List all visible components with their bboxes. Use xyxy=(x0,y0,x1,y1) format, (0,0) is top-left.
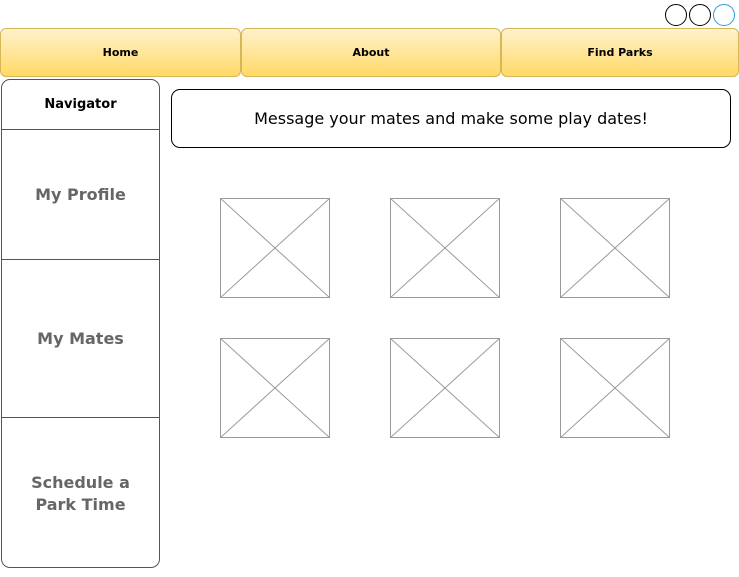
sidebar-title: Navigator xyxy=(44,96,117,112)
window-control-1[interactable] xyxy=(665,4,687,26)
tab-about[interactable]: About xyxy=(241,28,501,77)
image-placeholder xyxy=(219,337,331,439)
image-placeholder xyxy=(389,197,501,299)
image-placeholder xyxy=(219,197,331,299)
message-banner: Message your mates and make some play da… xyxy=(171,89,731,148)
sidebar-item-schedule-park-time[interactable]: Schedule a Park Time xyxy=(2,417,159,567)
image-placeholder xyxy=(389,337,501,439)
sidebar-item-my-profile[interactable]: My Profile xyxy=(2,129,159,259)
window-control-3[interactable] xyxy=(713,4,735,26)
tab-find-parks[interactable]: Find Parks xyxy=(501,28,739,77)
image-placeholder xyxy=(559,197,671,299)
sidebar-item-my-mates[interactable]: My Mates xyxy=(2,259,159,417)
sidebar: Navigator My Profile My Mates Schedule a… xyxy=(1,79,160,568)
window-control-2[interactable] xyxy=(689,4,711,26)
image-placeholder xyxy=(559,337,671,439)
tab-home[interactable]: Home xyxy=(0,28,241,77)
